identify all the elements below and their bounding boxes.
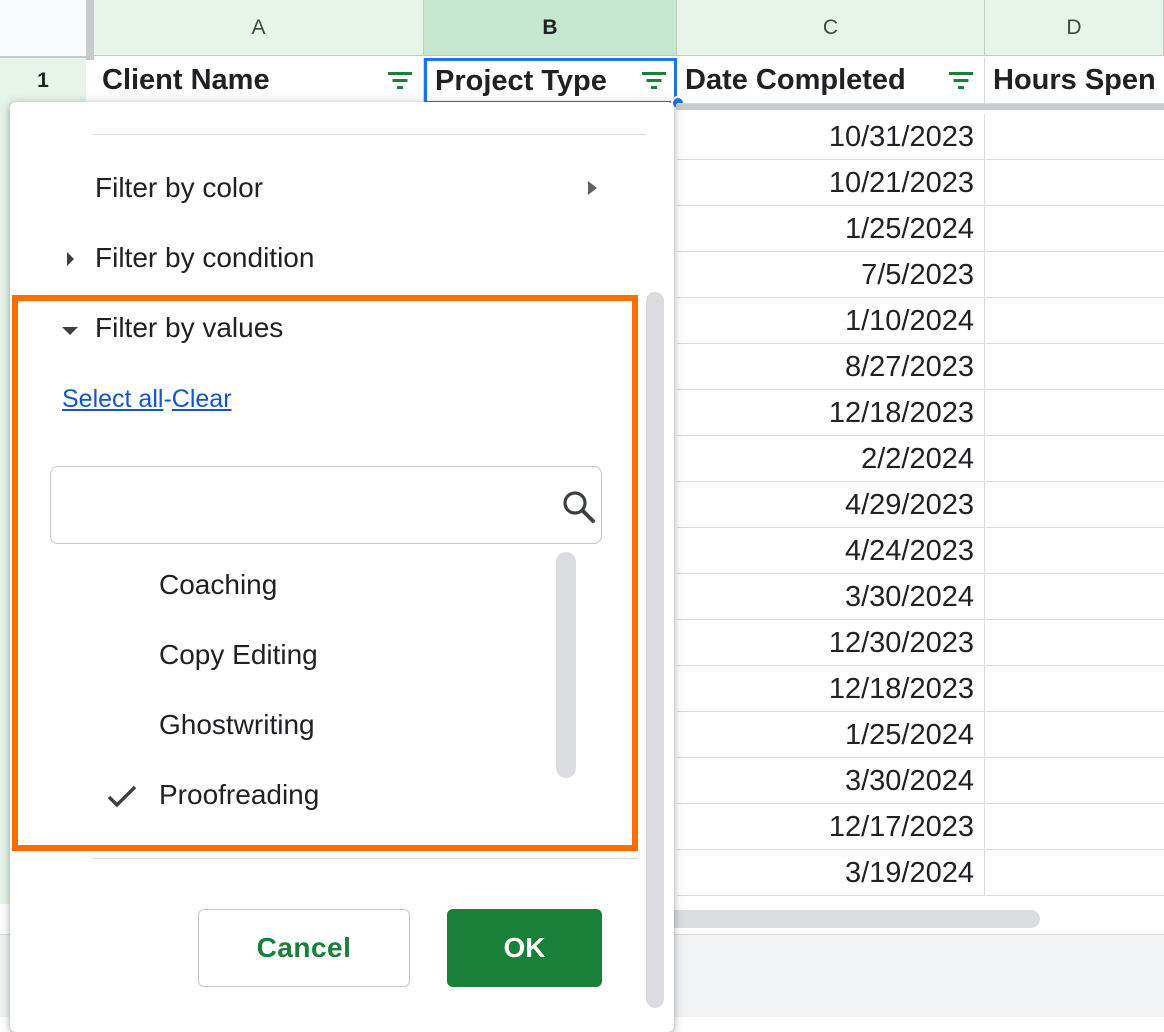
freeze-handle-vertical[interactable]: [86, 0, 94, 58]
filter-by-color-label: Filter by color: [95, 172, 264, 203]
ok-button[interactable]: OK: [447, 909, 602, 987]
table-cell[interactable]: 10/31/2023: [677, 114, 985, 160]
table-cell[interactable]: 10/21/2023: [677, 160, 985, 206]
menu-divider: [92, 134, 646, 135]
table-cell[interactable]: [986, 528, 1164, 574]
table-cell[interactable]: [986, 298, 1164, 344]
table-cell[interactable]: 1/25/2024: [677, 206, 985, 252]
table-cell[interactable]: [986, 804, 1164, 850]
table-cell[interactable]: [986, 666, 1164, 712]
cancel-button[interactable]: Cancel: [198, 909, 410, 987]
cell-d1[interactable]: Hours Spen: [985, 58, 1164, 104]
table-cell[interactable]: 1/10/2024: [677, 298, 985, 344]
filter-button-c[interactable]: [949, 72, 973, 90]
cell-a1[interactable]: Client Name: [94, 58, 424, 104]
cell-b1[interactable]: Project Type: [424, 58, 677, 104]
table-cell[interactable]: [986, 758, 1164, 804]
table-cell[interactable]: [986, 390, 1164, 436]
filter-button-b[interactable]: [642, 72, 666, 90]
cell-a1-text: Client Name: [102, 64, 270, 96]
table-cell[interactable]: 3/19/2024: [677, 850, 985, 896]
table-cell[interactable]: 3/30/2024: [677, 758, 985, 804]
table-cell[interactable]: [986, 482, 1164, 528]
table-cell[interactable]: 4/29/2023: [677, 482, 985, 528]
column-header-c[interactable]: C: [677, 0, 985, 56]
table-cell[interactable]: [986, 574, 1164, 620]
table-cell[interactable]: [986, 206, 1164, 252]
table-cell[interactable]: [986, 850, 1164, 896]
highlight-box: [12, 295, 638, 851]
table-cell[interactable]: 2/2/2024: [677, 436, 985, 482]
frozen-row-divider[interactable]: [676, 104, 1164, 110]
menu-divider: [92, 858, 638, 859]
table-cell[interactable]: 12/30/2023: [677, 620, 985, 666]
column-header-a[interactable]: A: [94, 0, 424, 56]
submenu-arrow-icon: [588, 181, 597, 195]
table-cell[interactable]: 1/25/2024: [677, 712, 985, 758]
expand-arrow-icon: [67, 252, 74, 266]
table-cell[interactable]: 4/24/2023: [677, 528, 985, 574]
cell-b1-text: Project Type: [435, 64, 607, 97]
horizontal-scrollbar[interactable]: [660, 910, 1040, 928]
select-all-corner[interactable]: [0, 0, 94, 59]
table-cell[interactable]: [986, 344, 1164, 390]
table-cell[interactable]: 8/27/2023: [677, 344, 985, 390]
table-cell[interactable]: [986, 114, 1164, 160]
filter-button-a[interactable]: [388, 72, 412, 90]
filter-menu: Filter by color Filter by condition Filt…: [10, 102, 674, 1032]
table-cell[interactable]: [986, 436, 1164, 482]
column-header-b[interactable]: B: [424, 0, 677, 56]
table-cell[interactable]: 12/18/2023: [677, 666, 985, 712]
row-header-1[interactable]: 1: [0, 58, 86, 105]
cell-c1[interactable]: Date Completed: [677, 58, 985, 104]
table-cell[interactable]: 12/17/2023: [677, 804, 985, 850]
table-cell[interactable]: [986, 160, 1164, 206]
table-cell[interactable]: [986, 252, 1164, 298]
menu-scrollbar[interactable]: [646, 292, 664, 1008]
table-cell[interactable]: [986, 712, 1164, 758]
table-cell[interactable]: [986, 620, 1164, 666]
cell-c1-text: Date Completed: [685, 64, 906, 96]
cell-d1-text: Hours Spen: [993, 64, 1156, 96]
filter-by-condition-label: Filter by condition: [95, 242, 315, 273]
table-cell[interactable]: 7/5/2023: [677, 252, 985, 298]
column-header-d[interactable]: D: [985, 0, 1164, 56]
table-cell[interactable]: 12/18/2023: [677, 390, 985, 436]
table-cell[interactable]: 3/30/2024: [677, 574, 985, 620]
